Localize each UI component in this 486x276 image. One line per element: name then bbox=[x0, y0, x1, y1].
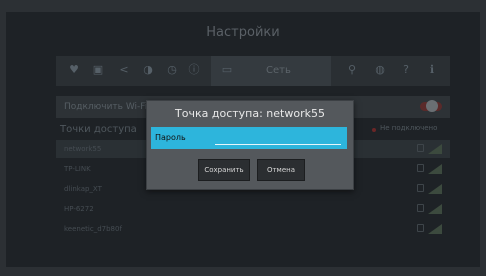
tv-icon: ▭ bbox=[221, 63, 233, 76]
help-icon[interactable]: ? bbox=[400, 64, 412, 76]
wifi-label: Подключить Wi-Fi bbox=[64, 102, 148, 112]
share-icon[interactable]: < bbox=[118, 64, 130, 76]
wifi-signal-icon bbox=[428, 204, 442, 214]
network-name: keenetic_d7b80f bbox=[64, 225, 122, 233]
networks-header: Точки доступа bbox=[60, 124, 137, 135]
wifi-signal-icon bbox=[428, 184, 442, 194]
wifi-signal-icon bbox=[428, 224, 442, 234]
network-name: TP-LINK bbox=[64, 165, 91, 173]
password-dialog: Точка доступа: network55 Пароль Сохранит… bbox=[146, 100, 354, 190]
connection-status: Не подключено bbox=[380, 124, 438, 132]
info-icon[interactable]: ℹ bbox=[426, 64, 438, 76]
cancel-button[interactable]: Отмена bbox=[257, 159, 305, 181]
wifi-toggle-knob bbox=[426, 100, 438, 112]
password-field[interactable]: Пароль bbox=[151, 127, 347, 149]
clock-icon[interactable]: ◷ bbox=[166, 64, 178, 76]
password-input-underline bbox=[215, 144, 341, 145]
globe-icon[interactable]: ◍ bbox=[374, 64, 386, 76]
dialog-title: Точка доступа: network55 bbox=[175, 107, 325, 120]
status-dot-icon bbox=[372, 128, 376, 132]
network-row[interactable]: HP-6272 bbox=[56, 200, 450, 218]
network-name: network55 bbox=[64, 145, 102, 153]
save-button[interactable]: Сохранить bbox=[198, 159, 250, 181]
info-circle-icon[interactable]: ⓘ bbox=[188, 64, 200, 76]
wifi-signal-icon bbox=[428, 144, 442, 154]
lock-icon bbox=[417, 164, 424, 172]
network-name: HP-6272 bbox=[64, 205, 94, 213]
lock-icon bbox=[417, 184, 424, 192]
network-row[interactable]: keenetic_d7b80f bbox=[56, 220, 450, 238]
password-label: Пароль bbox=[155, 133, 186, 142]
heart-icon[interactable]: ♥ bbox=[68, 64, 80, 76]
toolbar-active-label: Сеть bbox=[266, 65, 291, 76]
network-name: dlinkap_XT bbox=[64, 185, 102, 193]
contrast-icon[interactable]: ◑ bbox=[142, 64, 154, 76]
wifi-signal-icon bbox=[428, 164, 442, 174]
pin-icon[interactable]: ⚲ bbox=[346, 64, 358, 76]
grid-icon[interactable]: ▣ bbox=[92, 64, 104, 76]
lock-icon bbox=[417, 224, 424, 232]
lock-icon bbox=[417, 144, 424, 152]
screen-title: Настройки bbox=[206, 25, 280, 40]
settings-toolbar: ♥ ▣ < ◑ ◷ ⓘ ▭ Сеть ⚲ ◍ ? ℹ bbox=[56, 56, 450, 86]
lock-icon bbox=[417, 204, 424, 212]
